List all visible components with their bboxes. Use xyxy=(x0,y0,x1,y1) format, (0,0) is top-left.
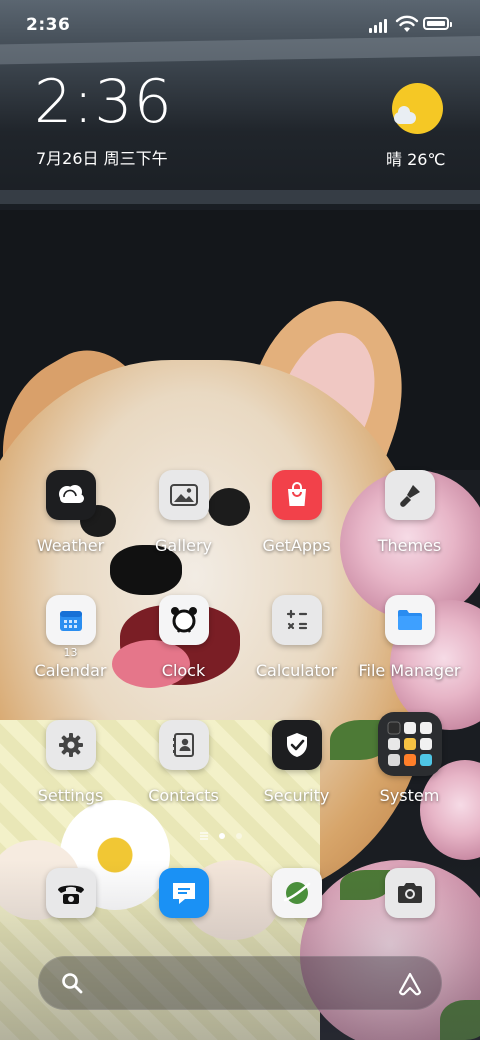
search-icon[interactable] xyxy=(61,972,83,994)
app-label: Settings xyxy=(37,786,104,805)
app-getapps[interactable]: GetApps xyxy=(240,470,353,555)
calendar-icon: 13 xyxy=(45,595,96,659)
app-weather[interactable]: Weather xyxy=(14,470,127,555)
app-calculator[interactable]: Calculator xyxy=(240,595,353,680)
wifi-icon xyxy=(395,15,419,32)
date-text: 7月26日 周三下午 xyxy=(36,149,168,168)
app-security[interactable]: Security xyxy=(240,720,353,805)
page-list-icon xyxy=(200,832,208,840)
dock-phone[interactable] xyxy=(46,868,96,918)
messages-icon xyxy=(159,868,209,918)
browser-icon xyxy=(272,868,322,918)
security-icon xyxy=(271,720,322,770)
settings-icon xyxy=(45,720,96,770)
app-system-folder[interactable]: System xyxy=(353,712,466,805)
page-dot-active xyxy=(219,833,225,839)
page-dot xyxy=(236,833,242,839)
signal-icon xyxy=(369,17,391,33)
app-calendar[interactable]: 13 Calendar xyxy=(14,595,127,680)
app-settings[interactable]: Settings xyxy=(14,720,127,805)
app-clock[interactable]: Clock xyxy=(127,595,240,680)
weather-text: 晴 26℃ xyxy=(386,150,446,169)
clock-icon xyxy=(158,595,209,645)
file-manager-icon xyxy=(384,595,435,645)
calendar-date-badge: 13 xyxy=(63,646,78,659)
app-label: File Manager xyxy=(358,661,461,680)
dock-camera[interactable] xyxy=(385,868,435,918)
dock-browser[interactable] xyxy=(272,868,322,918)
weather-icon xyxy=(45,470,96,520)
phone-icon xyxy=(46,868,96,918)
app-gallery[interactable]: Gallery xyxy=(127,470,240,555)
dock-messages[interactable] xyxy=(159,868,209,918)
big-clock-time: 2:36 xyxy=(34,67,173,137)
system-folder-icon xyxy=(377,712,442,776)
calculator-icon xyxy=(271,595,322,645)
app-label: Clock xyxy=(161,661,206,680)
weather-widget[interactable]: 晴 26℃ xyxy=(382,80,452,170)
app-label: Calculator xyxy=(255,661,338,680)
app-label: Weather xyxy=(36,536,105,555)
app-file-manager[interactable]: File Manager xyxy=(353,595,466,680)
battery-icon xyxy=(423,17,452,30)
page-indicator[interactable] xyxy=(200,830,250,842)
app-label: Calendar xyxy=(34,661,107,680)
app-label: System xyxy=(379,786,440,805)
app-label: Security xyxy=(263,786,330,805)
assistant-icon[interactable] xyxy=(397,971,423,997)
app-label: Contacts xyxy=(148,786,219,805)
app-contacts[interactable]: Contacts xyxy=(127,720,240,805)
app-label: Gallery xyxy=(155,536,212,555)
contacts-icon xyxy=(158,720,209,770)
search-bar[interactable] xyxy=(38,956,442,1010)
app-themes[interactable]: Themes xyxy=(353,470,466,555)
app-label: GetApps xyxy=(262,536,331,555)
app-label: Themes xyxy=(377,536,442,555)
gallery-icon xyxy=(158,470,209,520)
status-time: 2:36 xyxy=(26,15,71,35)
camera-icon xyxy=(385,868,435,918)
status-bar: 2:36 xyxy=(0,0,480,50)
getapps-icon xyxy=(271,470,322,520)
themes-icon xyxy=(384,470,435,520)
